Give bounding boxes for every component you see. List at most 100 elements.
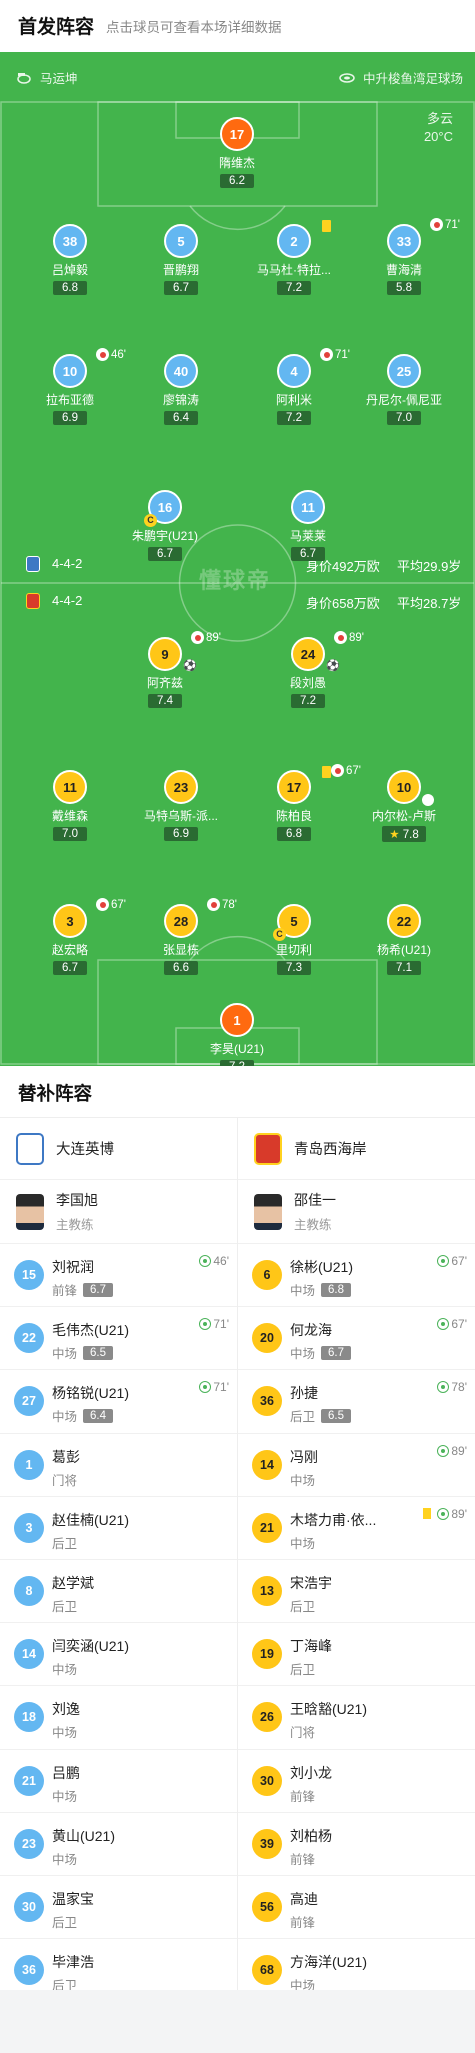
substitute-row[interactable]: 14 冯刚 中场 89': [238, 1434, 475, 1497]
sub-player-name: 闫奕涵(U21): [52, 1638, 130, 1655]
sub-shirt-number: 14: [252, 1449, 282, 1480]
home-player[interactable]: 5 晋鹏翔 6.7: [126, 224, 236, 296]
home-team-bar: 4-4-2 身价492万欧 平均29.9岁: [0, 552, 475, 576]
sub-shirt-number: 13: [252, 1575, 282, 1606]
goal-icon: ⚽: [183, 660, 197, 672]
sub-on-badge: 71': [199, 1317, 229, 1331]
away-player[interactable]: 9 89' ⚽ 阿齐兹 7.4: [110, 631, 221, 709]
away-player[interactable]: 17 67' 陈柏良 6.8: [239, 764, 361, 842]
referee-info: 马运坤: [16, 68, 78, 87]
substitute-row[interactable]: 3 赵佳楠(U21) 后卫: [0, 1497, 237, 1560]
sub-off-time: 46': [111, 348, 126, 361]
substitute-row[interactable]: 15 刘祝润 前锋 6.7 46': [0, 1244, 237, 1308]
shirt-number: 10: [387, 770, 421, 804]
shirt-number: 24: [291, 637, 325, 671]
sub-off-badge: 71': [430, 218, 460, 231]
player-name: 内尔松-卢斯: [372, 809, 436, 823]
substitute-row[interactable]: 39 刘柏杨 前锋: [238, 1813, 475, 1876]
player-name: 阿利米: [275, 393, 312, 407]
away-player[interactable]: 11 戴维森 7.0: [15, 770, 125, 842]
home-player[interactable]: 2 马马杜·特拉... 7.2: [239, 220, 349, 296]
substitute-row[interactable]: 21 木塔力甫·依... 中场 89': [238, 1497, 475, 1560]
substitute-row[interactable]: 27 杨铭锐(U21) 中场 6.4 71': [0, 1370, 237, 1434]
stadium-info: 中升梭鱼湾足球场: [339, 68, 463, 87]
home-player[interactable]: 25 丹尼尔-佩尼亚 7.0: [349, 354, 459, 426]
substitute-row[interactable]: 22 毛伟杰(U21) 中场 6.5 71': [0, 1307, 237, 1371]
sub-player-position: 中场: [290, 1536, 316, 1551]
away-coach-avatar: [254, 1193, 282, 1230]
away-team-row[interactable]: 青岛西海岸: [238, 1118, 475, 1180]
home-player[interactable]: 17 隋维杰 6.2: [182, 117, 292, 189]
substitute-row[interactable]: 1 葛彭 门将: [0, 1434, 237, 1497]
sub-player-name: 温家宝: [52, 1890, 94, 1907]
player-name: 拉布亚德: [45, 393, 94, 407]
sub-player-position: 中场: [52, 1663, 78, 1678]
sub-off-badge: 89': [334, 631, 364, 644]
sub-player-rating: 6.7: [83, 1282, 114, 1297]
player-name: 马马杜·特拉...: [257, 263, 331, 277]
substitute-row[interactable]: 14 闫奕涵(U21) 中场: [0, 1623, 237, 1687]
away-player[interactable]: 3 67' 赵宏略 6.7: [15, 898, 126, 976]
away-player[interactable]: 5 C 里切利 7.3: [239, 904, 349, 976]
shirt-number: 1: [220, 1003, 254, 1037]
sub-player-position: 中场: [52, 1852, 78, 1867]
substitute-row[interactable]: 19 丁海峰 后卫: [238, 1623, 475, 1687]
away-formation: 4-4-2: [52, 593, 83, 608]
away-player[interactable]: 23 马特乌斯-派... 6.9: [126, 770, 236, 842]
home-coach-name: 李国旭: [56, 1192, 98, 1208]
home-player[interactable]: 40 廖锦涛 6.4: [126, 354, 236, 426]
away-player[interactable]: 22 杨希(U21) 7.1: [349, 904, 459, 976]
away-team-name: 青岛西海岸: [294, 1142, 367, 1158]
sub-player-position: 中场: [52, 1789, 78, 1804]
player-rating: 7.0: [387, 411, 421, 425]
home-player[interactable]: 16 C 朱鹏宇(U21) 6.7: [110, 490, 220, 562]
sub-player-position: 前锋: [52, 1284, 78, 1298]
substitute-row[interactable]: 6 徐彬(U21) 中场 6.8 67': [238, 1244, 475, 1308]
sub-shirt-number: 27: [14, 1386, 44, 1417]
sub-shirt-number: 14: [14, 1639, 44, 1670]
player-name: 马莱莱: [289, 529, 326, 543]
sub-on-badge: 46': [199, 1254, 229, 1268]
away-player[interactable]: 28 78' 张显栋 6.6: [126, 898, 237, 976]
page-title: 首发阵容: [18, 17, 95, 38]
sub-player-name: 何龙海: [290, 1322, 332, 1339]
goal-icon: ⚽: [326, 660, 340, 672]
rating-value: 7.2: [286, 282, 302, 294]
substitute-row[interactable]: 36 孙捷 后卫 6.5 78': [238, 1370, 475, 1434]
away-player[interactable]: 10 内尔松-卢斯 ★ 7.8: [349, 770, 459, 843]
home-player[interactable]: 10 46' 拉布亚德 6.9: [15, 348, 126, 426]
home-formation: 4-4-2: [52, 556, 83, 571]
away-player[interactable]: 1李昊(U21)7.2: [182, 1003, 292, 1066]
substitute-row[interactable]: 8 赵学斌 后卫: [0, 1560, 237, 1624]
substitute-row[interactable]: 23 黄山(U21) 中场: [0, 1813, 237, 1876]
away-player[interactable]: 24 89' ⚽ 段刘愚 7.2: [253, 631, 364, 709]
substitute-row[interactable]: 20 何龙海 中场 6.7 67': [238, 1307, 475, 1371]
rating-value: 6.4: [173, 412, 189, 424]
substitute-row[interactable]: 21 吕鹏 中场: [0, 1750, 237, 1813]
sub-player-name: 刘祝润: [52, 1259, 94, 1275]
home-coach-row[interactable]: 李国旭 主教练: [0, 1180, 237, 1244]
player-rating: 6.7: [53, 961, 87, 975]
sub-off-time: 89': [349, 631, 364, 644]
sub-on-time: 89': [451, 1506, 467, 1521]
home-player[interactable]: 33 71' 曹海清 5.8: [349, 218, 460, 296]
sub-player-position: 门将: [290, 1726, 316, 1741]
substitute-row[interactable]: 13 宋浩宇 后卫: [238, 1560, 475, 1624]
away-coach-row[interactable]: 邵佳一 主教练: [238, 1180, 475, 1244]
home-player[interactable]: 11 马莱莱 6.7: [253, 490, 363, 562]
home-team-row[interactable]: 大连英博: [0, 1118, 237, 1180]
substitute-row[interactable]: 30 温家宝 后卫: [0, 1876, 237, 1940]
substitute-row[interactable]: 18 刘逸 中场: [0, 1686, 237, 1750]
player-rating: 6.4: [164, 411, 198, 425]
home-player[interactable]: 4 71' 阿利米 7.2: [239, 348, 350, 426]
substitute-row[interactable]: 30 刘小龙 前锋: [238, 1750, 475, 1813]
substitute-row[interactable]: 26 王晗豁(U21) 门将: [238, 1686, 475, 1750]
shirt-number: 11: [53, 770, 87, 804]
away-crest-icon: [26, 593, 40, 609]
substitute-row[interactable]: 56 高迪 前锋: [238, 1876, 475, 1940]
sub-on-time: 89': [451, 1443, 467, 1458]
substitutes-section: 替补阵容 大连英博 李国旭 主教练 15 刘祝润 前锋 6.7 46' 22 毛伟杰(U21…: [0, 1066, 475, 2003]
home-player[interactable]: 38 吕焯毅 6.8: [15, 224, 125, 296]
rating-value: 7.2: [286, 412, 302, 424]
shirt-number: 2: [277, 224, 311, 258]
